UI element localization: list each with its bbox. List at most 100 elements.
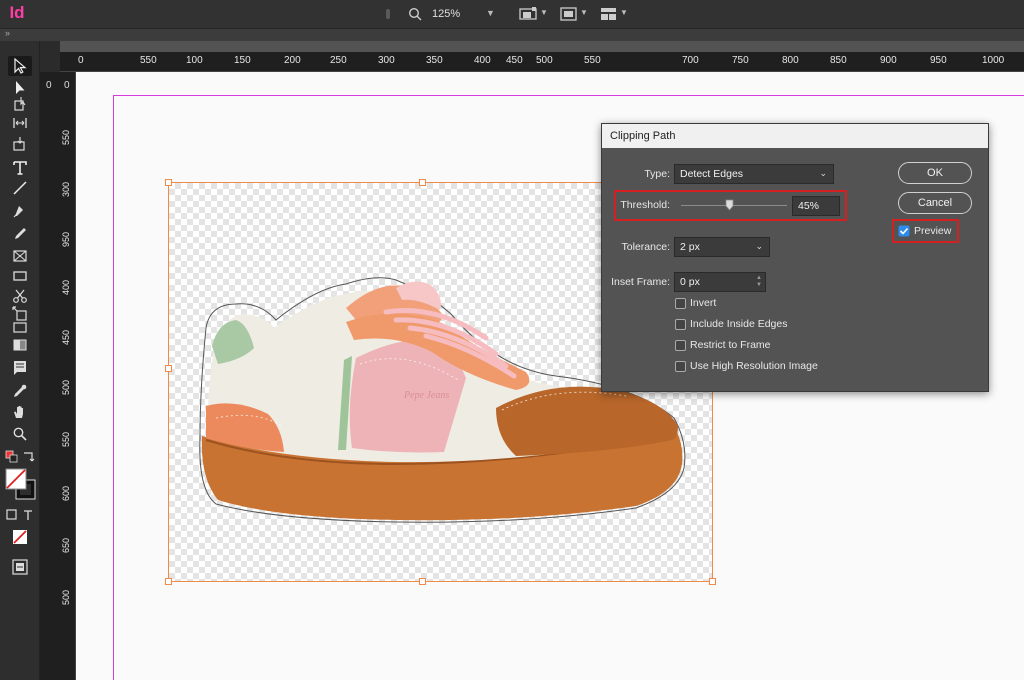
inset-frame-value: 0 px xyxy=(680,276,700,288)
ruler-label: 0 xyxy=(64,80,70,91)
ruler-label: 550 xyxy=(584,55,601,66)
page-tool-icon[interactable] xyxy=(8,94,32,114)
rectangle-frame-tool-icon[interactable] xyxy=(8,246,32,266)
ruler-label: 0 xyxy=(78,55,84,66)
invert-label: Invert xyxy=(690,297,717,309)
cancel-button[interactable]: Cancel xyxy=(898,192,972,214)
ruler-label: 200 xyxy=(284,55,301,66)
arrange-documents-chevron-icon[interactable]: ▼ xyxy=(620,8,628,17)
ruler-label: 300 xyxy=(378,55,395,66)
screen-mode-icon[interactable] xyxy=(558,6,582,22)
invert-checkbox[interactable]: Invert xyxy=(675,296,716,310)
ruler-label: 950 xyxy=(61,232,71,248)
use-high-resolution-image-checkbox[interactable]: Use High Resolution Image xyxy=(675,359,818,373)
line-tool-icon[interactable] xyxy=(8,178,32,198)
use-high-resolution-image-label: Use High Resolution Image xyxy=(690,360,818,372)
zoom-level[interactable]: 125% xyxy=(432,8,460,20)
swap-fill-stroke-icon[interactable] xyxy=(21,447,37,467)
tools-panel xyxy=(0,41,40,680)
frame-fitting-icon[interactable] xyxy=(518,6,542,22)
tolerance-dropdown[interactable]: 2 px ⌄ xyxy=(674,237,770,257)
type-dropdown-value: Detect Edges xyxy=(680,168,744,180)
restrict-to-frame-label: Restrict to Frame xyxy=(690,339,771,351)
checkbox-box[interactable] xyxy=(675,318,686,330)
gradient-swatch-tool-icon[interactable] xyxy=(8,317,32,337)
checkbox-box[interactable] xyxy=(675,360,686,372)
ruler-label: 0 xyxy=(46,80,52,91)
hand-tool-icon[interactable] xyxy=(8,402,32,422)
ok-button[interactable]: OK xyxy=(898,162,972,184)
frame-fitting-chevron-icon[interactable]: ▼ xyxy=(540,8,548,17)
ruler-label: 550 xyxy=(61,432,71,448)
frame-handle-middle-left[interactable] xyxy=(165,365,172,372)
type-tool-icon[interactable] xyxy=(8,158,32,178)
formatting-container-icon[interactable] xyxy=(4,505,20,525)
ruler-label: 750 xyxy=(732,55,749,66)
ruler-label: 800 xyxy=(782,55,799,66)
vertical-ruler[interactable]: 0 0 550 300 950 400 450 500 550 600 650 … xyxy=(40,72,76,680)
fill-stroke-swatch[interactable] xyxy=(4,467,38,503)
indesign-logo: Id xyxy=(9,3,25,22)
note-tool-icon[interactable] xyxy=(8,357,32,377)
hand-grip-icon xyxy=(386,9,390,19)
chevron-down-icon: ⌄ xyxy=(755,241,763,251)
ruler-label: 600 xyxy=(61,486,71,502)
collapse-panel-icon[interactable]: » xyxy=(5,28,10,38)
dialog-title: Clipping Path xyxy=(602,124,988,148)
ruler-label: 900 xyxy=(880,55,897,66)
zoom-tool-icon[interactable] xyxy=(8,424,32,444)
apply-none-icon[interactable] xyxy=(8,527,32,547)
rectangle-tool-icon[interactable] xyxy=(8,266,32,286)
ruler-label: 300 xyxy=(61,182,71,198)
ruler-label: 850 xyxy=(830,55,847,66)
screen-mode-tool-icon[interactable] xyxy=(8,557,32,577)
arrange-documents-icon[interactable] xyxy=(598,6,622,22)
ruler-label: 100 xyxy=(186,55,203,66)
type-dropdown[interactable]: Detect Edges ⌄ xyxy=(674,164,834,184)
ruler-label: 950 xyxy=(930,55,947,66)
screen-mode-chevron-icon[interactable]: ▼ xyxy=(580,8,588,17)
frame-handle-bottom-left[interactable] xyxy=(165,578,172,585)
ruler-label: 450 xyxy=(61,330,71,346)
zoom-chevron-down-icon[interactable]: ▼ xyxy=(486,8,495,18)
preview-highlight-box xyxy=(892,219,959,243)
checkbox-box[interactable] xyxy=(675,339,686,351)
gradient-feather-tool-icon[interactable] xyxy=(8,335,32,355)
zoom-icon[interactable] xyxy=(408,7,422,21)
frame-handle-bottom-center[interactable] xyxy=(419,578,426,585)
horizontal-ruler[interactable]: 0 550 100 150 200 250 300 350 400 450 50… xyxy=(60,52,1024,72)
restrict-to-frame-checkbox[interactable]: Restrict to Frame xyxy=(675,338,771,352)
include-inside-edges-label: Include Inside Edges xyxy=(690,318,788,330)
scissors-tool-icon[interactable] xyxy=(8,286,32,306)
gap-tool-icon[interactable] xyxy=(8,113,32,133)
eyedropper-tool-icon[interactable] xyxy=(8,381,32,401)
ruler-label: 350 xyxy=(426,55,443,66)
ruler-label: 550 xyxy=(140,55,157,66)
frame-handle-top-center[interactable] xyxy=(419,179,426,186)
inset-frame-input[interactable]: 0 px ▲ ▼ xyxy=(674,272,766,292)
ruler-label: 450 xyxy=(506,55,523,66)
ruler-label: 500 xyxy=(61,380,71,396)
threshold-highlight-box xyxy=(614,190,847,221)
chevron-down-icon: ⌄ xyxy=(819,168,827,178)
formatting-text-icon[interactable] xyxy=(20,505,36,525)
selection-tool-icon[interactable] xyxy=(8,56,32,76)
tolerance-value: 2 px xyxy=(680,241,700,253)
pen-tool-icon[interactable] xyxy=(8,201,32,221)
content-collector-tool-icon[interactable] xyxy=(8,134,32,154)
checkbox-box[interactable] xyxy=(675,297,686,309)
ruler-label: 1000 xyxy=(982,55,1005,66)
ruler-label: 700 xyxy=(682,55,699,66)
pencil-tool-icon[interactable] xyxy=(8,224,32,244)
frame-handle-top-left[interactable] xyxy=(165,179,172,186)
ruler-origin[interactable] xyxy=(40,41,60,72)
ruler-label: 500 xyxy=(61,590,71,606)
tolerance-label: Tolerance: xyxy=(621,241,670,253)
default-fill-stroke-icon[interactable] xyxy=(4,447,20,467)
control-strip: » xyxy=(0,28,1024,41)
ruler-label: 250 xyxy=(330,55,347,66)
include-inside-edges-checkbox[interactable]: Include Inside Edges xyxy=(675,317,787,331)
frame-handle-bottom-right[interactable] xyxy=(709,578,716,585)
stepper-icon[interactable]: ▲ ▼ xyxy=(756,275,762,289)
svg-text:Pepe Jeans: Pepe Jeans xyxy=(403,390,449,401)
